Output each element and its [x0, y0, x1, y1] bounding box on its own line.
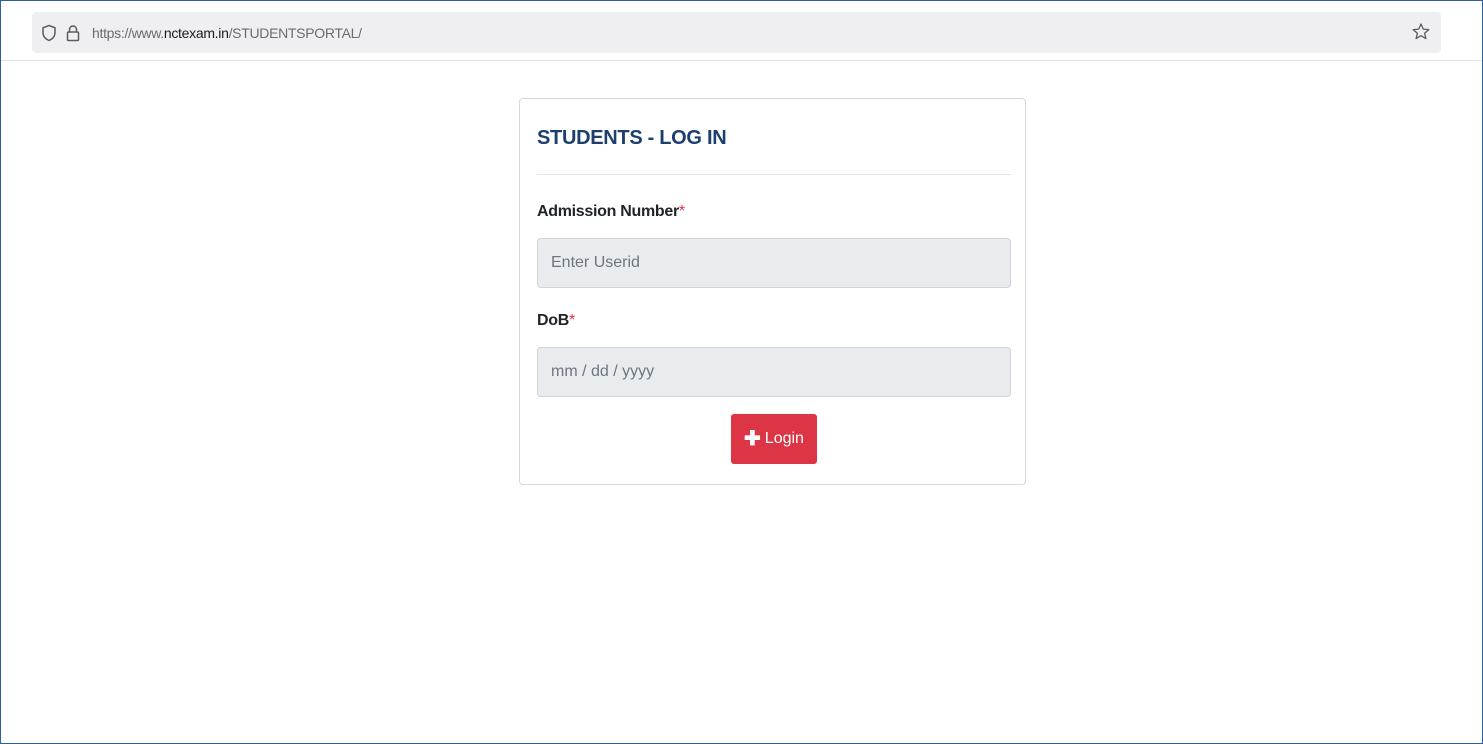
- url-path: /STUDENTSPORTAL/: [228, 25, 362, 41]
- url-text[interactable]: https://www.nctexam.in/STUDENTSPORTAL/: [92, 23, 362, 43]
- lock-icon[interactable]: [66, 24, 80, 42]
- admission-number-input[interactable]: [537, 238, 1011, 288]
- login-title: STUDENTS - LOG IN: [537, 127, 727, 149]
- url-domain: nctexam.in: [163, 25, 229, 41]
- required-asterisk: *: [678, 203, 685, 220]
- dob-label-text: DoB: [537, 312, 569, 329]
- url-prefix: https://www.: [92, 25, 164, 41]
- login-button[interactable]: ✚ Login: [731, 414, 817, 464]
- login-button-label: Login: [764, 430, 804, 447]
- plus-icon: ✚: [744, 428, 761, 450]
- shield-icon[interactable]: [41, 24, 57, 42]
- title-divider: [537, 174, 1011, 175]
- bookmark-star-icon[interactable]: [1411, 22, 1431, 42]
- dob-input[interactable]: [537, 347, 1011, 397]
- address-bar[interactable]: https://www.nctexam.in/STUDENTSPORTAL/: [32, 12, 1441, 53]
- login-card: STUDENTS - LOG IN Admission Number* DoB*…: [519, 98, 1026, 485]
- dob-label: DoB*: [537, 312, 575, 330]
- admission-number-label-text: Admission Number: [537, 203, 679, 220]
- admission-number-label: Admission Number*: [537, 203, 685, 221]
- required-asterisk: *: [568, 312, 575, 329]
- toolbar-divider: [1, 60, 1482, 61]
